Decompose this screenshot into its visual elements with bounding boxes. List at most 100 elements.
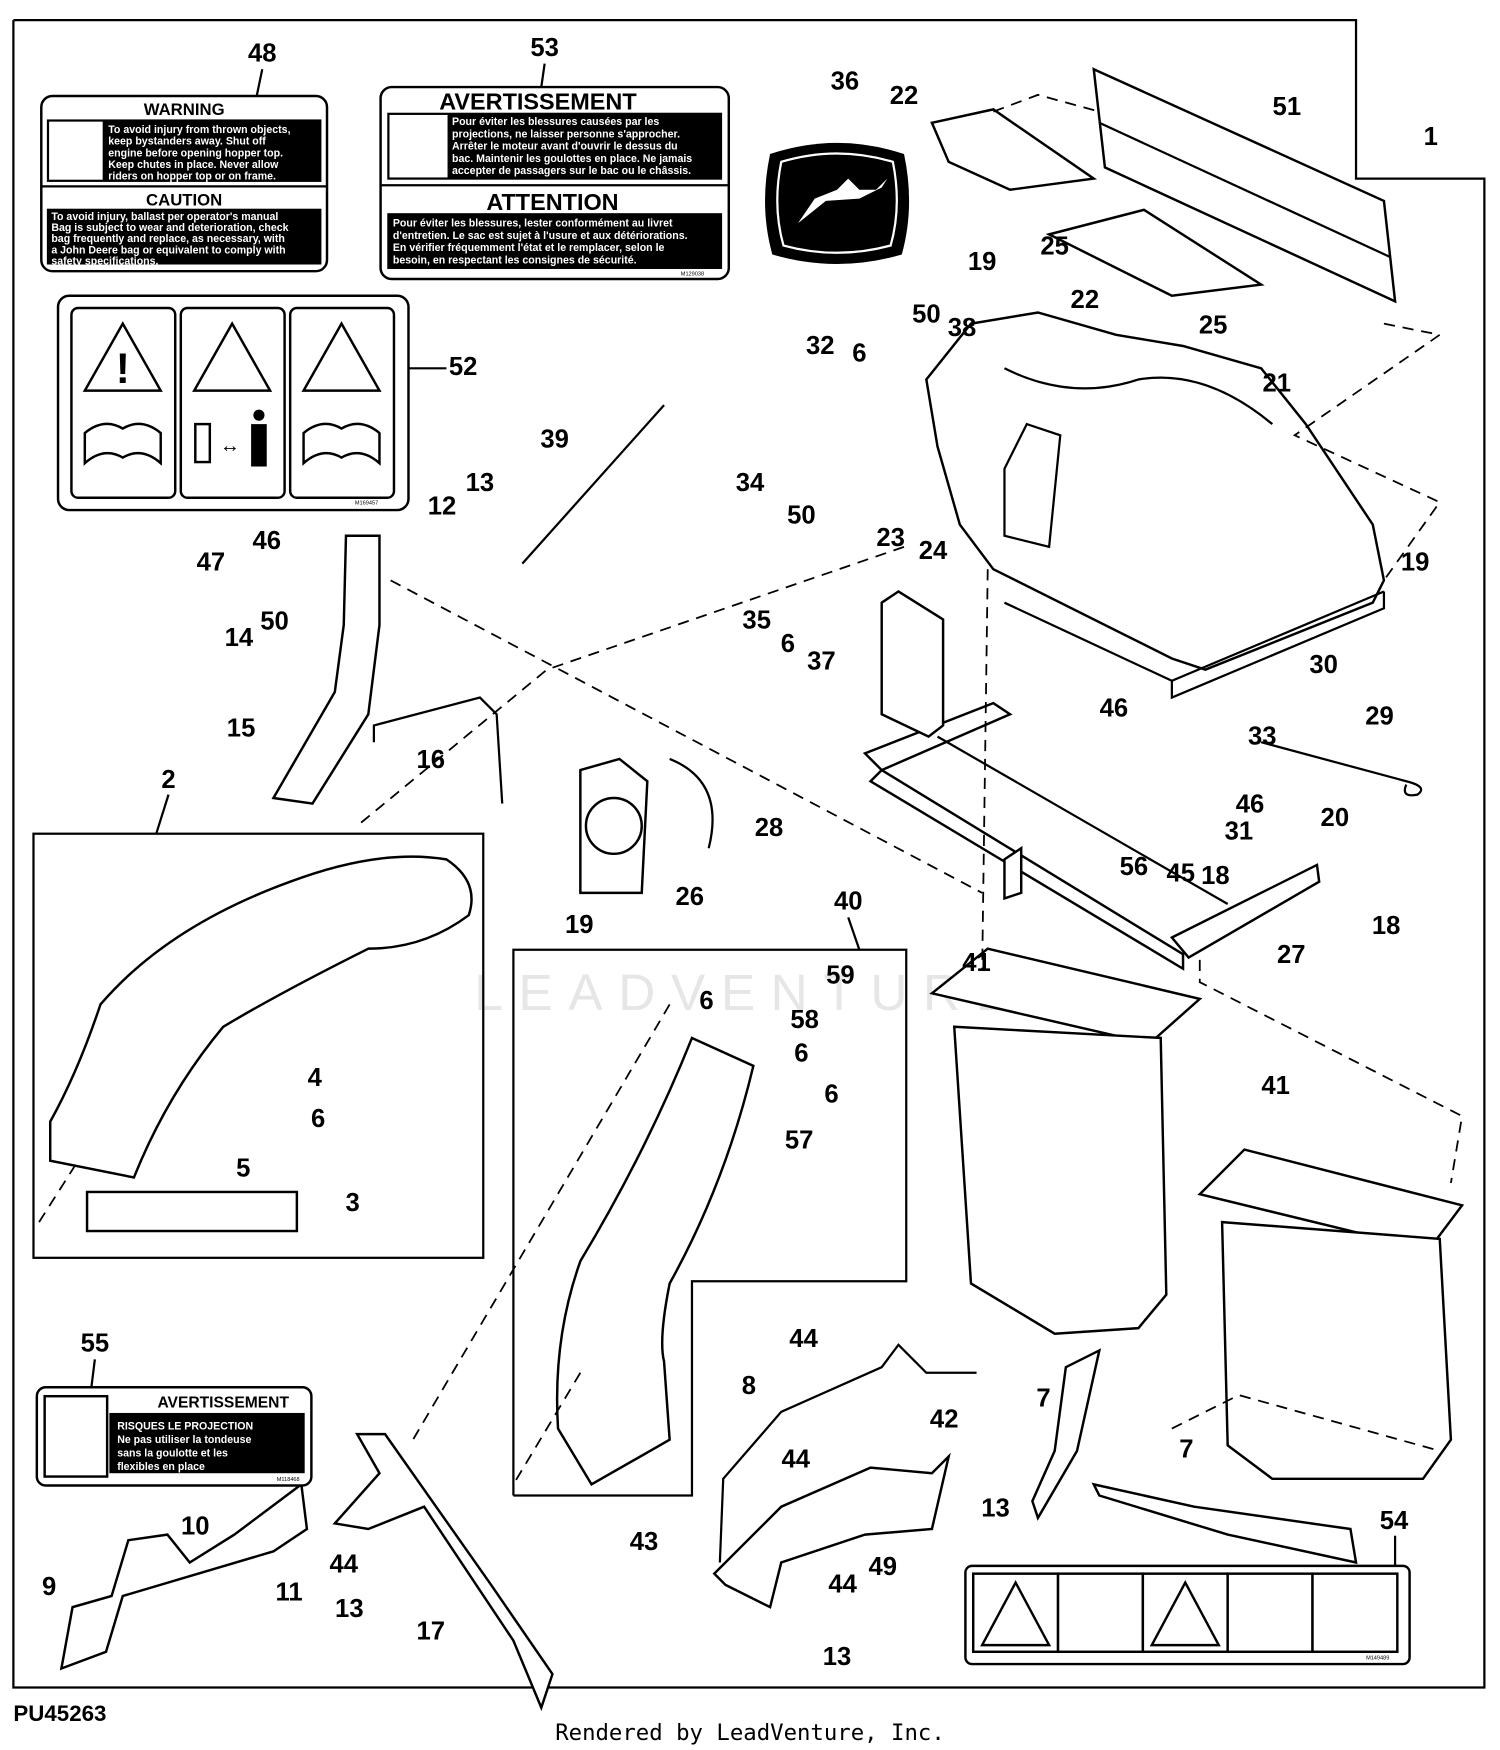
svg-text:↔: ↔ xyxy=(220,435,240,457)
callout-6: 6 xyxy=(824,1081,838,1109)
warning-label-53: AVERTISSEMENT Pour éviter les blessures … xyxy=(379,63,731,281)
callout-44: 44 xyxy=(329,1551,358,1579)
callout-58: 58 xyxy=(790,1006,819,1034)
callout-17: 17 xyxy=(417,1618,446,1646)
callout-44: 44 xyxy=(828,1571,857,1599)
label-code: M129038 xyxy=(681,272,704,278)
label-text-line: Pour éviter les blessures causées par le… xyxy=(452,116,659,128)
callout-32: 32 xyxy=(806,332,835,360)
callout-26: 26 xyxy=(675,883,704,911)
callout-46: 46 xyxy=(252,527,281,555)
svg-text:!: ! xyxy=(116,345,130,392)
label-text-line: To avoid injury from thrown objects, xyxy=(108,124,290,136)
callout-29: 29 xyxy=(1365,702,1394,730)
callout-25: 25 xyxy=(1040,232,1069,260)
callout-39: 39 xyxy=(540,426,569,454)
callout-54: 54 xyxy=(1380,1507,1409,1535)
callout-48: 48 xyxy=(248,39,277,67)
label-text-line: bac. Maintenir les goulottes en place. N… xyxy=(452,153,692,165)
label-text-line: flexibles en place xyxy=(117,1461,205,1473)
label-title: AVERTISSEMENT xyxy=(439,88,637,114)
callout-31: 31 xyxy=(1225,817,1254,845)
callout-19: 19 xyxy=(1401,548,1430,576)
callout-36: 36 xyxy=(831,67,860,95)
label-text-line: Ne pas utiliser la tondeuse xyxy=(117,1434,251,1446)
callout-42: 42 xyxy=(930,1405,959,1433)
callout-46: 46 xyxy=(1100,695,1129,723)
callout-18: 18 xyxy=(1201,862,1230,890)
callout-49: 49 xyxy=(869,1553,898,1581)
callout-50: 50 xyxy=(912,301,941,329)
callout-6: 6 xyxy=(311,1105,325,1133)
label-code: M169457 xyxy=(355,500,378,506)
callout-16: 16 xyxy=(417,746,446,774)
callout-59: 59 xyxy=(826,961,855,989)
john-deere-logo xyxy=(765,142,910,264)
callout-50: 50 xyxy=(787,501,816,529)
callout-34: 34 xyxy=(736,469,765,497)
callout-22: 22 xyxy=(1071,286,1100,314)
label-text-line: Keep chutes in place. Never allow xyxy=(108,159,279,171)
callout-19: 19 xyxy=(968,248,997,276)
chute-detail-box-2 xyxy=(32,794,485,1259)
callout-1: 1 xyxy=(1424,123,1438,151)
callout-55: 55 xyxy=(81,1330,110,1358)
callout-23: 23 xyxy=(876,524,905,552)
chute-adapter-26 xyxy=(579,757,714,895)
callout-43: 43 xyxy=(630,1528,659,1556)
callout-6: 6 xyxy=(781,630,795,658)
callout-6: 6 xyxy=(699,987,713,1015)
callout-38: 38 xyxy=(948,314,977,342)
callout-3: 3 xyxy=(346,1189,360,1217)
callout-13: 13 xyxy=(981,1495,1010,1523)
callout-57: 57 xyxy=(785,1126,814,1154)
deflector-22 xyxy=(930,108,1098,191)
callout-13: 13 xyxy=(466,469,495,497)
callout-21: 21 xyxy=(1263,370,1292,398)
callout-40: 40 xyxy=(834,888,863,916)
blade-7 xyxy=(1031,1348,1102,1521)
callout-45: 45 xyxy=(1167,860,1196,888)
label-text-line: d'entretien. Le sac est sujet à l'usure … xyxy=(393,230,688,242)
label-text-line: En vérifier fréquemment l'état et le rem… xyxy=(393,242,665,254)
label-text-line: Pour éviter les blessures, lester confor… xyxy=(393,218,673,230)
safety-pictogram xyxy=(1311,1572,1399,1654)
label-text-line: accepter de passagers sur le bac ou le c… xyxy=(452,165,691,177)
callout-2: 2 xyxy=(161,766,175,794)
label-title: WARNING xyxy=(144,100,225,119)
callout-14: 14 xyxy=(225,624,254,652)
label-title: AVERTISSEMENT xyxy=(157,1394,289,1411)
bracket-15 xyxy=(271,534,381,805)
callout-20: 20 xyxy=(1321,804,1350,832)
callout-51: 51 xyxy=(1273,93,1302,121)
callout-10: 10 xyxy=(181,1513,210,1541)
callout-7: 7 xyxy=(1036,1384,1050,1412)
callout-41: 41 xyxy=(962,949,991,977)
callout-50: 50 xyxy=(260,607,289,635)
callout-24: 24 xyxy=(919,537,948,565)
callout-5: 5 xyxy=(236,1154,250,1182)
callout-47: 47 xyxy=(197,548,226,576)
label-code: M149489 xyxy=(1366,1656,1389,1662)
callout-46: 46 xyxy=(1236,790,1265,818)
callout-30: 30 xyxy=(1309,651,1338,679)
callout-44: 44 xyxy=(789,1325,818,1353)
label-code: M118468 xyxy=(277,1477,300,1483)
label-text-line: safety specifications. xyxy=(51,256,158,268)
diagram-id: PU45263 xyxy=(13,1701,106,1726)
callout-37: 37 xyxy=(807,648,836,676)
label-text-line: projections, ne laisser personne s'appro… xyxy=(452,128,680,140)
grass-bag-41b xyxy=(1197,1148,1465,1481)
callout-25: 25 xyxy=(1199,312,1228,340)
callout-9: 9 xyxy=(42,1573,56,1601)
label-title: CAUTION xyxy=(146,190,222,209)
blade-7b xyxy=(1091,1482,1358,1565)
callout-11: 11 xyxy=(276,1578,303,1606)
callout-41: 41 xyxy=(1261,1072,1290,1100)
rod-29 xyxy=(1260,741,1423,797)
label-text-line: Arrêter le moteur avant d'ouvrir le dess… xyxy=(452,141,678,153)
callout-8: 8 xyxy=(742,1372,756,1400)
callout-44: 44 xyxy=(781,1446,810,1474)
callout-13: 13 xyxy=(823,1643,852,1671)
door-24 xyxy=(880,590,945,739)
